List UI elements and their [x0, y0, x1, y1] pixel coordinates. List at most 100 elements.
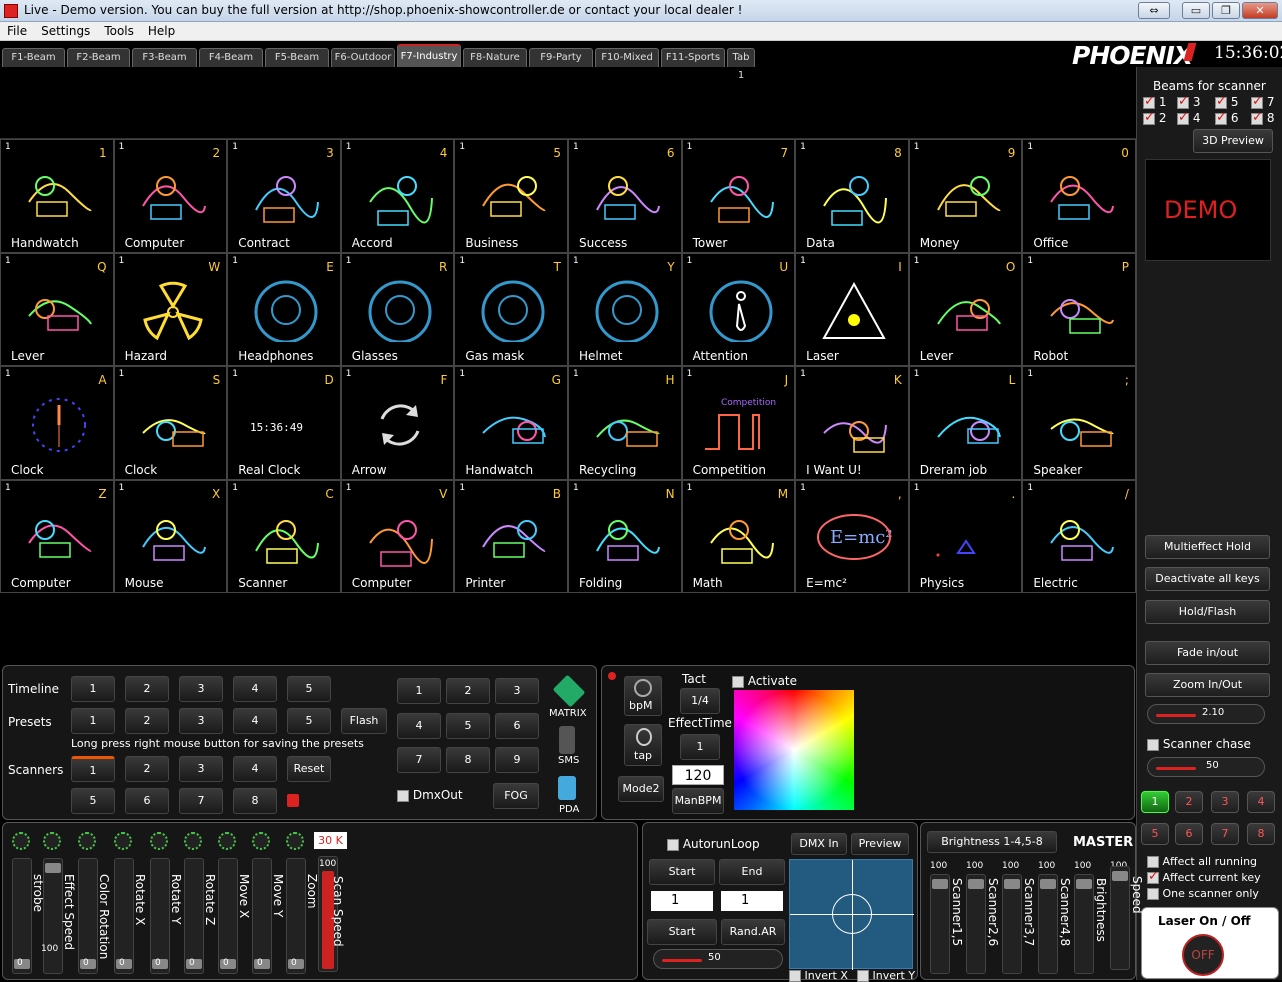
one-scanner-checkbox[interactable]: One scanner only — [1147, 887, 1259, 900]
effect-cell[interactable]: 1 0 Office — [1022, 139, 1136, 253]
color-wheel-icon[interactable] — [78, 832, 96, 850]
numpad-1-button[interactable]: 1 — [397, 678, 441, 704]
tab-f1-beam[interactable]: F1-Beam — [2, 48, 65, 67]
scanner-8-button[interactable]: 8 — [233, 788, 277, 814]
activate-checkbox[interactable]: Activate — [732, 674, 797, 688]
start-value-field[interactable]: 1 — [651, 891, 713, 911]
menu-help[interactable]: Help — [141, 22, 182, 40]
preview-button[interactable]: Preview — [851, 833, 909, 855]
effect-cell[interactable]: 1 E Headphones — [227, 252, 341, 366]
numpad-5-button[interactable]: 5 — [446, 713, 490, 739]
effect-cell[interactable]: 1 J Competition Competition — [681, 366, 796, 480]
effect-cell[interactable]: 1 O Lever — [908, 252, 1023, 366]
effect-cell[interactable]: 1 T Gas mask — [454, 252, 568, 366]
manbpm-button[interactable]: ManBPM — [672, 788, 724, 814]
effect-cell[interactable]: 1 P Robot — [1022, 252, 1136, 366]
beam-5[interactable]: 5 — [1215, 94, 1238, 109]
tab-f5-beam[interactable]: F5-Beam — [265, 48, 329, 67]
tap-button[interactable]: tap — [624, 724, 662, 766]
zoom-button[interactable]: Zoom In/Out — [1145, 673, 1270, 697]
effect-cell[interactable]: 1 C Scanner — [227, 479, 341, 593]
effect-slider[interactable] — [150, 858, 170, 974]
autorun-loop-checkbox[interactable]: AutorunLoop — [667, 837, 760, 851]
effect-cell[interactable]: 1 B Printer — [454, 479, 568, 593]
reset-button[interactable]: Reset — [287, 756, 331, 782]
effect-cell[interactable]: 1 I Laser — [795, 252, 909, 366]
effect-slider[interactable] — [252, 858, 272, 974]
beam-2[interactable]: 2 — [1143, 110, 1166, 125]
beam-7[interactable]: 7 — [1251, 94, 1274, 109]
beam-6[interactable]: 6 — [1215, 110, 1238, 125]
speed-icon[interactable] — [43, 832, 61, 850]
effect-cell[interactable]: 1 Y Helmet — [567, 252, 682, 366]
menu-tools[interactable]: Tools — [97, 22, 141, 40]
preset-5-button[interactable]: 5 — [287, 708, 331, 734]
tab-f10-mixed[interactable]: F10-Mixed — [595, 48, 659, 67]
effect-slider[interactable] — [78, 858, 98, 974]
xy-pad[interactable] — [789, 859, 914, 970]
scanner-key-6[interactable]: 6 — [1175, 823, 1203, 845]
numpad-2-button[interactable]: 2 — [446, 678, 490, 704]
scanner-6-button[interactable]: 6 — [125, 788, 169, 814]
pda-icon[interactable] — [558, 776, 576, 800]
beam-4[interactable]: 4 — [1177, 110, 1200, 125]
bpm-button[interactable]: bpM — [624, 676, 662, 716]
numpad-7-button[interactable]: 7 — [397, 747, 441, 773]
timeline-5-button[interactable]: 5 — [287, 676, 331, 702]
start-autorun-button[interactable]: Start Autorun — [647, 919, 717, 962]
minimize-button[interactable]: ▭ — [1182, 2, 1210, 19]
effect-cell[interactable]: 1 8 Data — [795, 139, 909, 253]
effect-cell[interactable]: 1 5 Business — [454, 139, 568, 253]
effect-slider[interactable] — [218, 858, 238, 974]
rotate-x-icon[interactable] — [114, 832, 132, 850]
preset-4-button[interactable]: 4 — [233, 708, 277, 734]
start-button[interactable]: Start — [649, 859, 715, 885]
end-button[interactable]: End — [719, 859, 785, 885]
brightness-slider[interactable] — [966, 874, 986, 974]
effect-slider[interactable] — [43, 858, 63, 974]
tab-f4-beam[interactable]: F4-Beam — [199, 48, 263, 67]
brightness-slider[interactable] — [1074, 874, 1094, 974]
scanner-4-button[interactable]: 4 — [233, 756, 277, 782]
menu-settings[interactable]: Settings — [34, 22, 97, 40]
affect-all-checkbox[interactable]: Affect all running — [1147, 855, 1257, 868]
effect-cell[interactable]: 1. Physics — [908, 479, 1023, 593]
scanner-5-button[interactable]: 5 — [71, 788, 115, 814]
rotate-y-icon[interactable] — [150, 832, 168, 850]
mode2-button[interactable]: Mode2 — [618, 776, 664, 802]
effect-cell[interactable]: 1 4 Accord — [340, 139, 455, 253]
effect-cell[interactable]: 1 W Hazard — [113, 252, 228, 366]
effect-cell[interactable]: 1 3 Contract — [227, 139, 341, 253]
fade-button[interactable]: Fade in/out — [1145, 641, 1270, 665]
multieffect-hold-button[interactable]: Multieffect Hold — [1145, 535, 1270, 559]
effect-cell[interactable]: 1 D Real Clock 15:36:49 — [227, 366, 341, 480]
effect-cell[interactable]: 1 X Mouse — [113, 479, 228, 593]
matrix-icon[interactable] — [552, 674, 586, 708]
dmx-in-button[interactable]: DMX In — [791, 833, 847, 855]
laser-off-button[interactable]: OFF — [1182, 934, 1224, 976]
effect-slider[interactable] — [12, 858, 32, 974]
bpm-value-field[interactable]: 120 — [672, 765, 724, 785]
autorun-slider[interactable]: 50 — [653, 949, 783, 969]
effect-cell[interactable]: 1 L Dreram job — [908, 366, 1023, 480]
brightness-slider[interactable] — [1038, 874, 1058, 974]
move-y-icon[interactable] — [252, 832, 270, 850]
tab-f6-outdoor[interactable]: F6-Outdoor — [331, 48, 395, 67]
effect-cell[interactable]: 1 6 Success — [567, 139, 682, 253]
numpad-4-button[interactable]: 4 — [397, 713, 441, 739]
effect-cell[interactable]: 1 9 Money — [908, 139, 1023, 253]
tab-f11-sports[interactable]: F11-Sports — [661, 48, 725, 67]
brightness-slider[interactable] — [1110, 866, 1130, 970]
move-x-icon[interactable] — [218, 832, 236, 850]
lock-icon[interactable] — [287, 794, 299, 807]
scanner-key-4[interactable]: 4 — [1247, 791, 1275, 813]
effect-cell[interactable]: 1 S Clock — [113, 366, 228, 480]
chase-slider[interactable]: 50 — [1147, 757, 1265, 777]
deactivate-all-button[interactable]: Deactivate all keys — [1145, 567, 1270, 591]
effect-cell[interactable]: 1 2 Computer — [113, 139, 228, 253]
dmxout-checkbox[interactable]: DmxOut — [397, 788, 463, 802]
beam-8[interactable]: 8 — [1251, 110, 1274, 125]
preset-1-button[interactable]: 1 — [71, 708, 115, 734]
strobe-icon[interactable] — [12, 832, 30, 850]
menu-file[interactable]: File — [0, 22, 34, 40]
